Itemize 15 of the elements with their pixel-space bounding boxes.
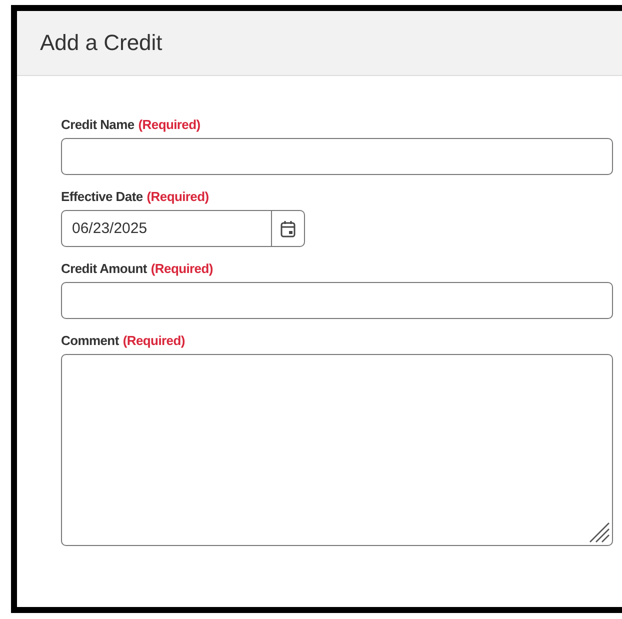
calendar-icon — [280, 220, 296, 238]
field-label: Credit Name — [61, 117, 134, 132]
required-note: (Required) — [138, 117, 200, 132]
required-note: (Required) — [150, 261, 213, 276]
required-note: (Required) — [146, 189, 209, 204]
text-input-field[interactable] — [61, 138, 613, 175]
required-note: (Required) — [122, 333, 185, 348]
field-label: Credit Amount — [61, 261, 147, 276]
date-field[interactable]: 06/23/2025 — [61, 210, 272, 247]
field-label: Comment — [61, 333, 119, 348]
resize-handle-icon[interactable] — [588, 521, 610, 543]
calendar-button[interactable] — [272, 210, 305, 247]
field-label: Effective Date — [61, 189, 143, 204]
dialog-title: Add a Credit — [40, 30, 162, 56]
text-input-field[interactable] — [61, 282, 613, 319]
